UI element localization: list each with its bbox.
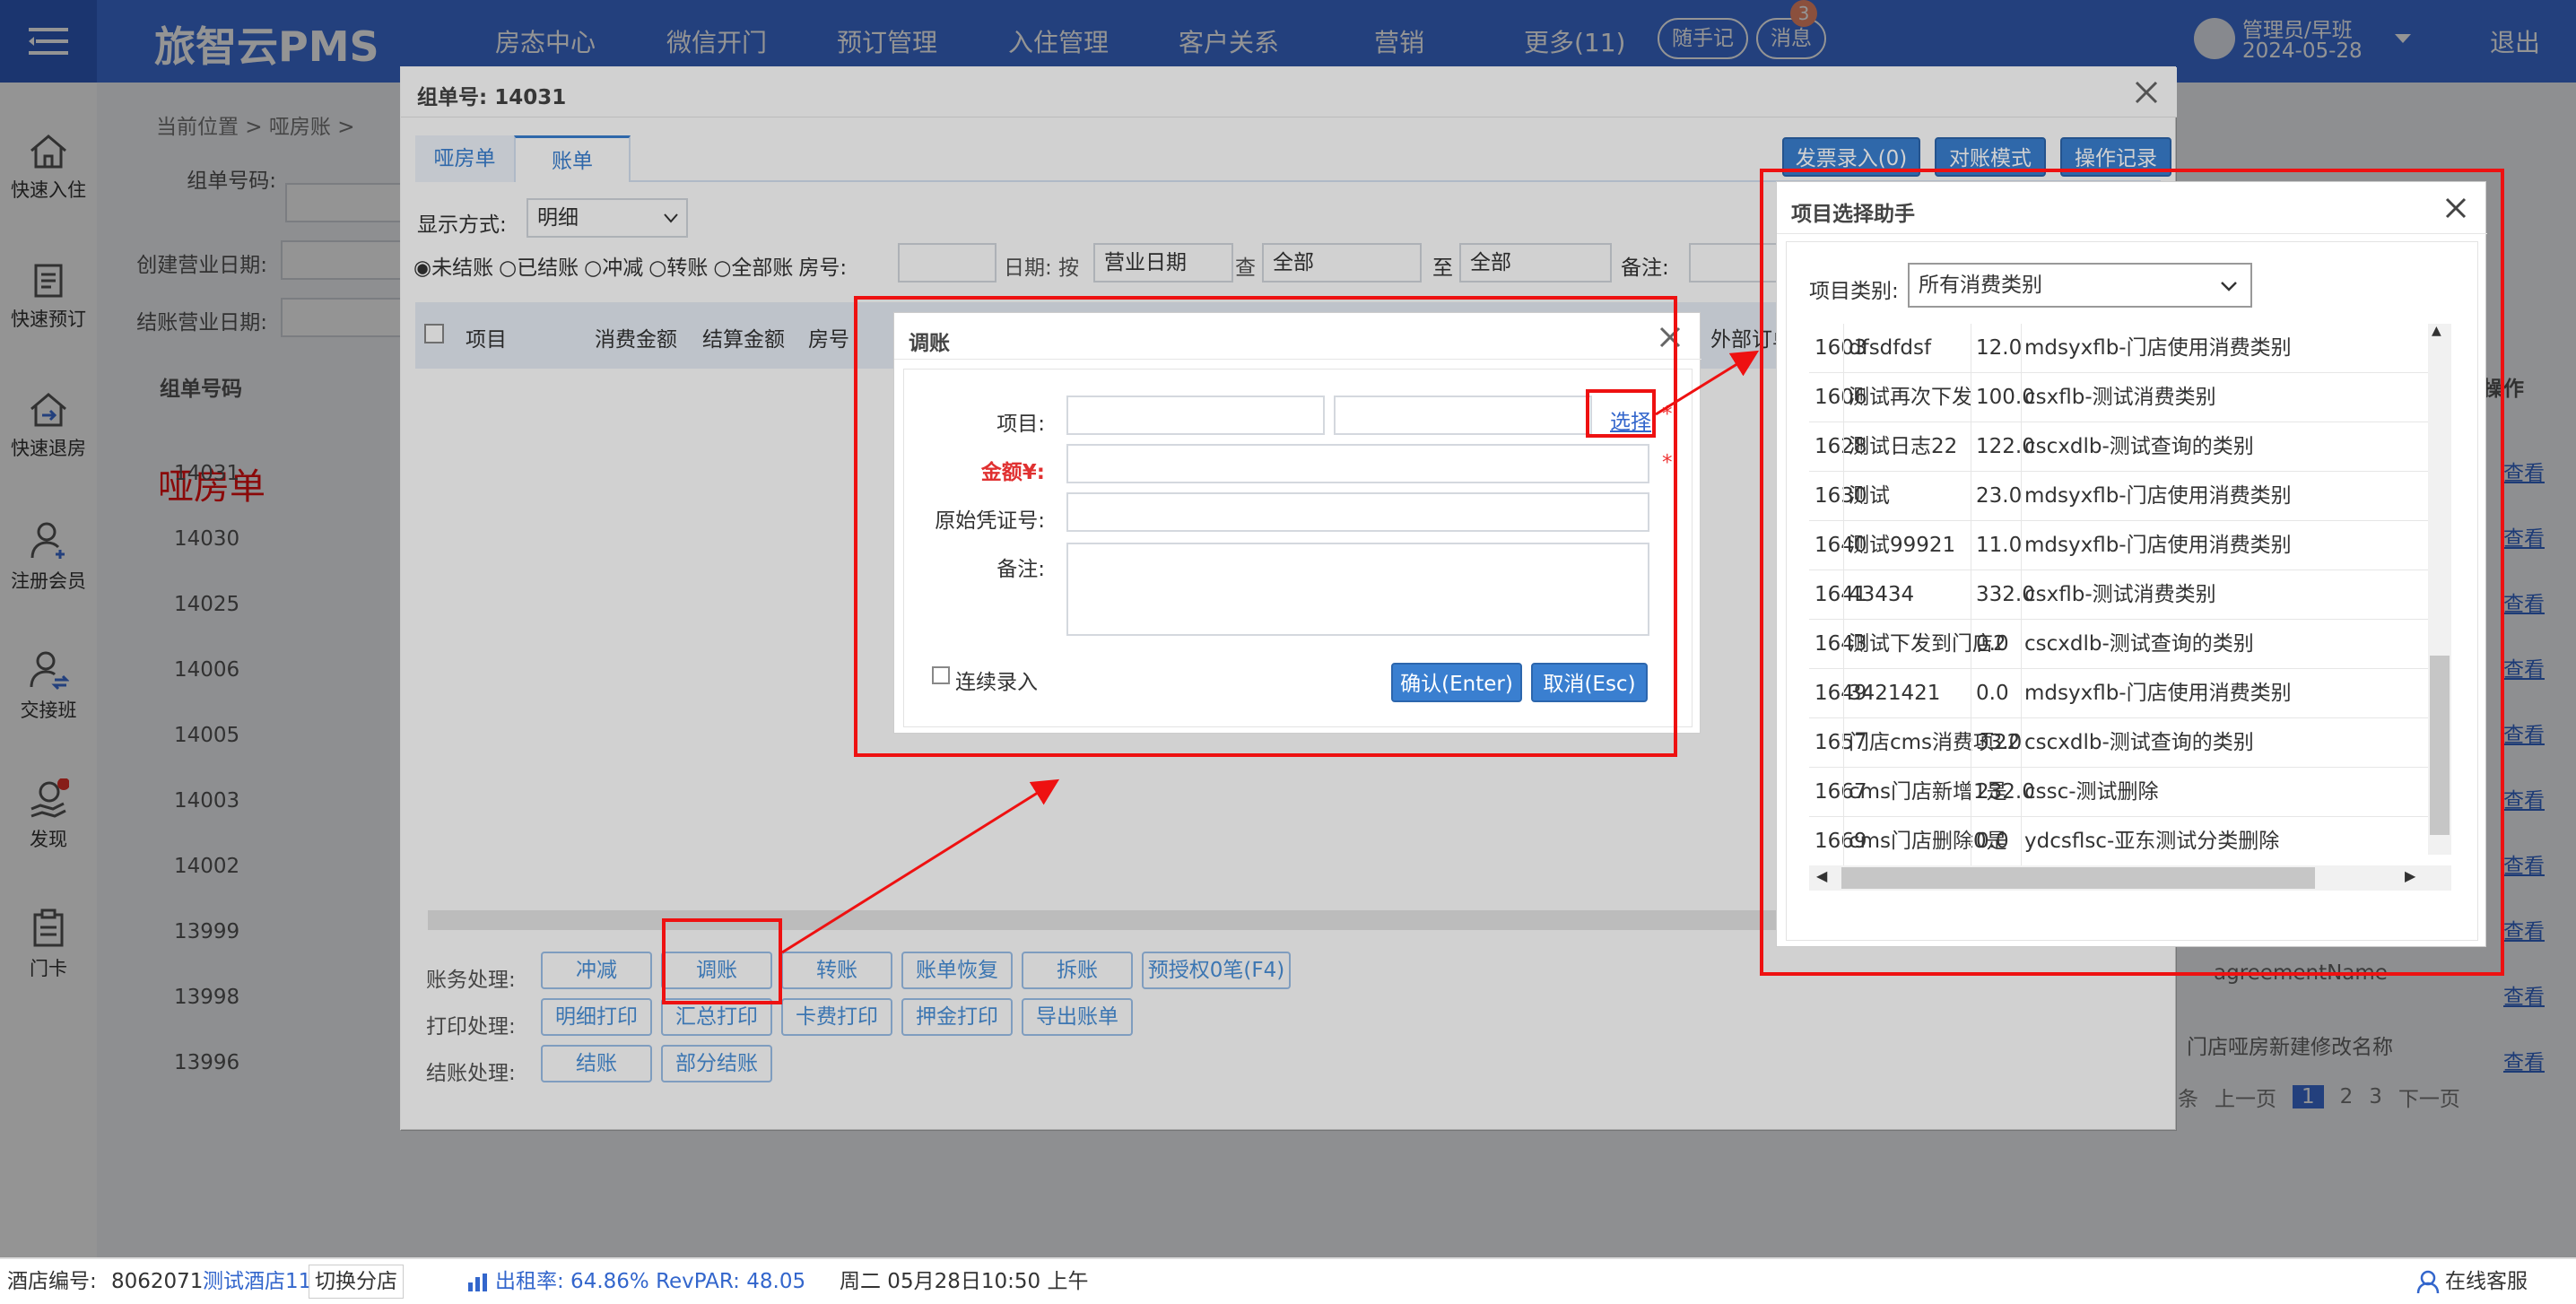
switch-branch-button[interactable]: 切换分店 xyxy=(309,1265,404,1299)
hotel-no-label: 酒店编号: xyxy=(7,1270,97,1293)
hotel-name: 测试酒店11 xyxy=(203,1270,312,1293)
occupancy-stats: 出租率: 64.86% RevPAR: 48.05 xyxy=(495,1270,806,1293)
online-service-link[interactable]: 在线客服 xyxy=(2445,1259,2528,1304)
customer-service-icon xyxy=(2416,1270,2440,1294)
annotation-arrows xyxy=(781,350,1760,954)
bar-chart-icon xyxy=(468,1274,487,1291)
hotel-no: 8062071 xyxy=(111,1270,204,1293)
datetime: 周二 05月28日10:50 上午 xyxy=(840,1270,1089,1293)
status-bar: 酒店编号: 8062071 测试酒店11 切换分店 出租率: 64.86% Re… xyxy=(0,1257,2576,1304)
